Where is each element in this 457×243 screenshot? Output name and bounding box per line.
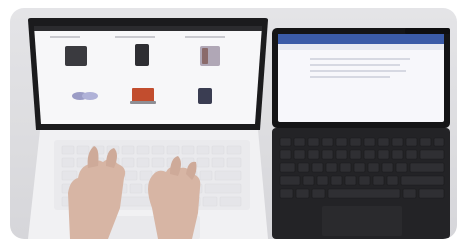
photo-frame xyxy=(10,8,457,239)
tablet xyxy=(272,28,450,239)
device-photo xyxy=(28,18,450,239)
laptop xyxy=(28,18,268,239)
tablet-pen xyxy=(405,28,450,34)
tablet-app-header xyxy=(278,34,444,44)
laptop-top-bar xyxy=(34,26,262,31)
laptop-screen xyxy=(34,26,262,124)
tablet-trackpad xyxy=(322,206,402,236)
tablet-ribbon xyxy=(278,44,444,50)
